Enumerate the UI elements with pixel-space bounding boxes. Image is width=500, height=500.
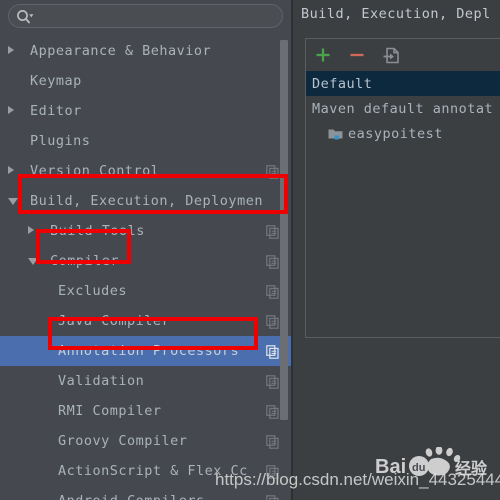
- page-title: Build, Execution, Depl: [301, 6, 491, 22]
- list-item[interactable]: Default: [306, 71, 500, 96]
- sidebar-item-build-execution-deploymen[interactable]: Build, Execution, Deploymen: [0, 186, 291, 216]
- import-profile-icon[interactable]: [374, 40, 408, 70]
- settings-tree: Appearance & Behavior Keymap Editor Plugins…: [0, 36, 291, 500]
- chevron-down-icon[interactable]: [8, 198, 18, 209]
- baidu-jingyan-watermark: Bai du 经验: [375, 446, 495, 481]
- copy-settings-icon[interactable]: [266, 284, 279, 299]
- sidebar-item-label: Editor: [30, 103, 82, 119]
- list-item[interactable]: easypoitest: [306, 121, 500, 146]
- chevron-right-icon[interactable]: [28, 226, 34, 234]
- sidebar-item-label: RMI Compiler: [58, 403, 162, 419]
- settings-detail-panel: Build, Execution, Depl Default Maven def…: [293, 0, 500, 500]
- ide-settings-window: Appearance & Behavior Keymap Editor Plugins…: [0, 0, 500, 500]
- search-box[interactable]: [8, 4, 283, 28]
- copy-settings-icon[interactable]: [266, 164, 279, 179]
- copy-settings-icon[interactable]: [266, 404, 279, 419]
- copy-settings-icon[interactable]: [266, 494, 279, 500]
- list-item-label: Default: [312, 75, 373, 92]
- search-input[interactable]: [39, 7, 277, 27]
- settings-sidebar: Appearance & Behavior Keymap Editor Plugins…: [0, 0, 291, 500]
- sidebar-item-label: Compiler: [50, 253, 120, 269]
- copy-settings-icon[interactable]: [266, 314, 279, 329]
- sidebar-item-version-control[interactable]: Version Control: [0, 156, 291, 186]
- sidebar-item-label: Build Tools: [50, 223, 145, 239]
- list-item-label: Maven default annotat: [312, 100, 494, 117]
- copy-settings-icon[interactable]: [266, 434, 279, 449]
- chevron-right-icon[interactable]: [8, 166, 14, 174]
- sidebar-item-label: Java Compiler: [58, 313, 171, 329]
- copy-settings-icon[interactable]: [266, 374, 279, 389]
- sidebar-item-annotation-processors[interactable]: Annotation Processors: [0, 336, 291, 366]
- sidebar-item-rmi-compiler[interactable]: RMI Compiler: [0, 396, 291, 426]
- sidebar-item-label: Version Control: [30, 163, 160, 179]
- add-profile-button[interactable]: [306, 40, 340, 70]
- chevron-right-icon[interactable]: [8, 46, 14, 54]
- profiles-list: Default Maven default annotat easypoitest: [306, 71, 500, 146]
- sidebar-item-keymap[interactable]: Keymap: [0, 66, 291, 96]
- search-field-wrapper: [8, 4, 283, 28]
- sidebar-item-editor[interactable]: Editor: [0, 96, 291, 126]
- list-item-label: easypoitest: [348, 125, 443, 142]
- sidebar-item-excludes[interactable]: Excludes: [0, 276, 291, 306]
- sidebar-item-label: Android Compilers: [58, 493, 205, 500]
- sidebar-item-validation[interactable]: Validation: [0, 366, 291, 396]
- sidebar-item-compiler[interactable]: Compiler: [0, 246, 291, 276]
- chevron-down-icon[interactable]: [28, 258, 38, 269]
- sidebar-item-build-tools[interactable]: Build Tools: [0, 216, 291, 246]
- copy-settings-icon[interactable]: [266, 254, 279, 269]
- list-item[interactable]: Maven default annotat: [306, 96, 500, 121]
- sidebar-item-java-compiler[interactable]: Java Compiler: [0, 306, 291, 336]
- chevron-right-icon[interactable]: [8, 106, 14, 114]
- sidebar-item-groovy-compiler[interactable]: Groovy Compiler: [0, 426, 291, 456]
- copy-settings-icon[interactable]: [266, 344, 279, 359]
- sidebar-item-label: Keymap: [30, 73, 82, 89]
- profiles-toolbar: [306, 39, 500, 71]
- sidebar-item-label: Plugins: [30, 133, 91, 149]
- folder-icon: [328, 127, 343, 140]
- sidebar-item-appearance-behavior[interactable]: Appearance & Behavior: [0, 36, 291, 66]
- sidebar-item-label: Build, Execution, Deploymen: [30, 193, 263, 209]
- sidebar-item-label: Groovy Compiler: [58, 433, 188, 449]
- sidebar-item-plugins[interactable]: Plugins: [0, 126, 291, 156]
- sidebar-item-label: Validation: [58, 373, 145, 389]
- sidebar-item-label: Annotation Processors: [58, 343, 240, 359]
- svg-text:Bai: Bai: [375, 456, 406, 478]
- remove-profile-button[interactable]: [340, 40, 374, 70]
- search-icon[interactable]: [16, 9, 34, 25]
- copy-settings-icon[interactable]: [266, 224, 279, 239]
- annotation-profiles-panel: Default Maven default annotat easypoitest: [305, 38, 500, 338]
- svg-text:du: du: [412, 462, 425, 474]
- svg-text:经验: 经验: [455, 459, 488, 478]
- sidebar-scrollbar-thumb[interactable]: [280, 40, 288, 420]
- sidebar-item-label: Excludes: [58, 283, 128, 299]
- sidebar-item-label: Appearance & Behavior: [30, 43, 212, 59]
